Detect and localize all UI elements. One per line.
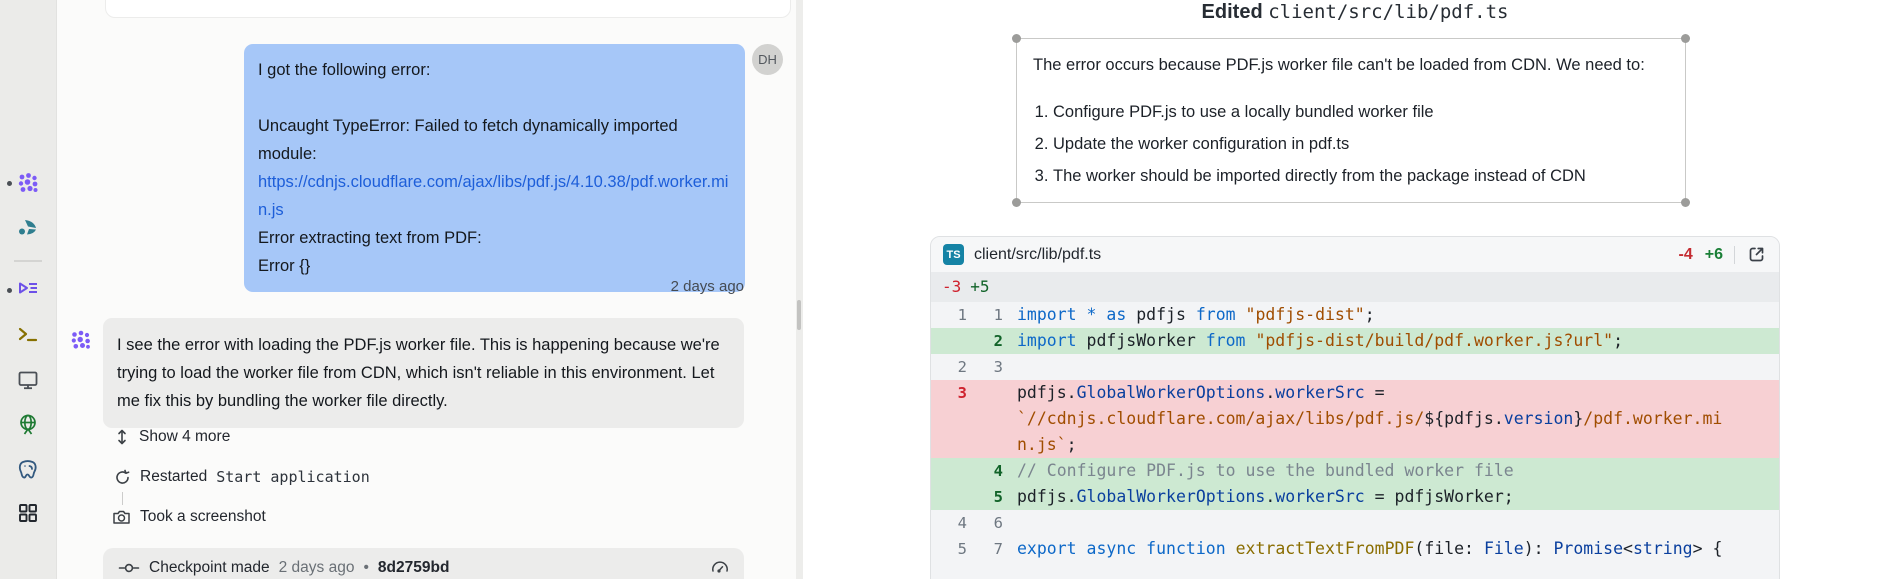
total-added-count: +6 xyxy=(1705,246,1723,264)
agent-avatar xyxy=(69,328,93,352)
commit-icon xyxy=(118,560,140,576)
checkpoint-separator: • xyxy=(363,559,368,577)
active-indicator-dot xyxy=(7,288,12,293)
sidebar-item-database[interactable] xyxy=(16,458,40,482)
show-more-button[interactable]: Show 4 more xyxy=(114,428,230,446)
selection-handle[interactable] xyxy=(1681,34,1690,43)
monitor-icon xyxy=(16,368,40,392)
rollback-icon[interactable] xyxy=(710,559,730,577)
scrollbar-thumb[interactable] xyxy=(797,300,801,330)
selection-handle[interactable] xyxy=(1681,198,1690,207)
user-message-text: I got the following error: xyxy=(258,56,731,84)
avatar: DH xyxy=(752,44,783,75)
hunk-stats-row: -3 +5 xyxy=(931,272,1779,302)
edit-title-prefix: Edited xyxy=(1202,1,1263,23)
refresh-icon xyxy=(114,469,131,486)
diff-card: TS client/src/lib/pdf.ts -4 +6 -3 +5 11i… xyxy=(930,236,1780,579)
edit-title-file: client/src/lib/pdf.ts xyxy=(1268,1,1508,23)
show-more-label: Show 4 more xyxy=(139,428,230,446)
hunk-added-count: +5 xyxy=(970,272,989,302)
message-timestamp: 2 days ago xyxy=(671,278,744,295)
checkpoint-hash: 8d2759bd xyxy=(378,559,450,577)
terminal-icon xyxy=(16,323,40,347)
checkpoint-time: 2 days ago xyxy=(279,559,355,577)
diff-row-context: 23 xyxy=(931,354,1779,380)
expand-vertical-icon xyxy=(114,428,130,446)
typescript-file-icon: TS xyxy=(943,244,964,265)
edit-preview-panel: Edited client/src/lib/pdf.ts The error o… xyxy=(803,0,1904,579)
user-message-error3: Error {} xyxy=(258,252,731,280)
edit-summary-box[interactable]: The error occurs because PDF.js worker f… xyxy=(1016,38,1686,203)
active-indicator-dot xyxy=(7,181,12,186)
sidebar-item-workflow[interactable] xyxy=(16,216,40,240)
agent-message: I see the error with loading the PDF.js … xyxy=(103,318,744,428)
postgresql-icon xyxy=(16,458,40,482)
log-connector-line xyxy=(122,492,123,505)
sidebar-item-console[interactable] xyxy=(16,368,40,392)
diff-filename: client/src/lib/pdf.ts xyxy=(974,246,1101,264)
diff-row-context: 46 xyxy=(931,510,1779,536)
hunk-removed-count: -3 xyxy=(942,272,961,302)
icon-rail xyxy=(0,0,57,579)
diff-row-added: 4// Configure PDF.js to use the bundled … xyxy=(931,458,1779,484)
diff-row-added: 2import pdfjsWorker from "pdfjs-dist/bui… xyxy=(931,328,1779,354)
sidebar-item-agent[interactable] xyxy=(16,171,40,195)
workflow-icon xyxy=(16,216,40,240)
sidebar-item-apps[interactable] xyxy=(16,501,40,525)
checkpoint-label: Checkpoint made xyxy=(149,559,270,577)
user-message-bubble: I got the following error: Uncaught Type… xyxy=(244,44,745,292)
globe-icon xyxy=(16,413,40,437)
rail-divider xyxy=(14,260,42,262)
open-file-icon[interactable] xyxy=(1746,244,1767,265)
restarted-label: Restarted xyxy=(140,468,207,486)
sidebar-item-webview[interactable] xyxy=(16,413,40,437)
screenshot-label: Took a screenshot xyxy=(140,508,266,526)
previous-message-edge xyxy=(105,0,791,18)
task-list-icon xyxy=(16,278,40,302)
user-message-error: Uncaught TypeError: Failed to fetch dyna… xyxy=(258,112,731,168)
chat-panel: I got the following error: Uncaught Type… xyxy=(57,0,796,579)
edit-title: Edited client/src/lib/pdf.ts xyxy=(930,1,1780,24)
diff-header: TS client/src/lib/pdf.ts -4 +6 xyxy=(931,237,1779,272)
sidebar-item-shell[interactable] xyxy=(16,323,40,347)
screenshot-log-row[interactable]: Took a screenshot xyxy=(112,508,266,526)
summary-intro: The error occurs because PDF.js worker f… xyxy=(1033,52,1669,78)
error-module-link[interactable]: https://cdnjs.cloudflare.com/ajax/libs/p… xyxy=(258,168,731,224)
selection-handle[interactable] xyxy=(1012,34,1021,43)
camera-icon xyxy=(112,508,131,526)
panel-divider[interactable] xyxy=(796,0,803,579)
diff-row-context: 11import * as pdfjs from "pdfjs-dist"; xyxy=(931,302,1779,328)
agent-icon xyxy=(16,171,40,195)
summary-item: The worker should be imported directly f… xyxy=(1053,163,1669,189)
total-removed-count: -4 xyxy=(1679,246,1693,264)
diff-code-area: 11import * as pdfjs from "pdfjs-dist";2i… xyxy=(931,302,1779,562)
user-message-error2: Error extracting text from PDF: xyxy=(258,224,731,252)
summary-list: Configure PDF.js to use a locally bundle… xyxy=(1053,99,1669,189)
diff-row-context: 57export async function extractTextFromP… xyxy=(931,536,1779,562)
diff-row-added: 5pdfjs.GlobalWorkerOptions.workerSrc = p… xyxy=(931,484,1779,510)
restarted-log-row[interactable]: Restarted Start application xyxy=(114,468,370,486)
selection-handle[interactable] xyxy=(1012,198,1021,207)
diff-row-removed: 3pdfjs.GlobalWorkerOptions.workerSrc = `… xyxy=(931,380,1779,458)
header-divider xyxy=(1734,246,1735,264)
sidebar-item-tasks[interactable] xyxy=(16,278,40,302)
restarted-target: Start application xyxy=(216,468,370,486)
checkpoint-bar[interactable]: Checkpoint made 2 days ago • 8d2759bd xyxy=(103,548,744,579)
grid-icon xyxy=(16,501,40,525)
summary-item: Configure PDF.js to use a locally bundle… xyxy=(1053,99,1669,125)
summary-item: Update the worker configuration in pdf.t… xyxy=(1053,131,1669,157)
